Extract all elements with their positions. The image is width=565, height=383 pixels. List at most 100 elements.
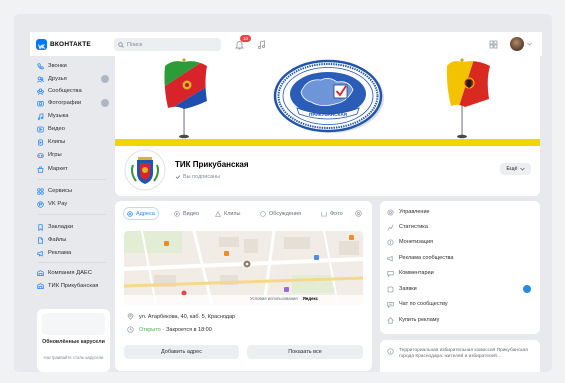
more-button[interactable]: Ещё [500,163,531,175]
community-cover[interactable]: ПРИКУБАНСКАЯ [115,56,540,146]
sidebar-item-calls[interactable]: Звонки [37,61,111,71]
phone-icon [37,62,44,70]
sidebar-badge [101,75,109,83]
sidebar-item-label: Игры [48,152,62,158]
sidebar-item-music[interactable]: Музыка [37,111,111,121]
clock-icon [127,326,134,333]
menu-item-label: Монетизация [399,239,433,245]
location-map[interactable] [124,231,363,305]
sidebar-item-photos[interactable]: Фотографии [37,98,111,108]
bookmark-icon [37,223,44,231]
sidebar-divider [38,214,106,215]
menu-item-community-ads[interactable]: Реклама сообщества [387,253,535,263]
tab-video[interactable]: Видео [171,207,202,220]
sidebar-item-files[interactable]: Файлы [37,235,111,245]
chevron-down-icon [519,167,525,171]
sidebar-item-label: Друзья [48,76,67,82]
community-name: ТИК Прикубанская [175,160,249,169]
community-icon [37,87,44,95]
ads-icon [387,316,394,324]
sidebar-item-video[interactable]: Видео [37,124,111,134]
promo-card[interactable]: Обновлённые карусели Настраивайте стиль … [37,309,110,372]
menu-item-requests[interactable]: Заявки [387,284,535,294]
add-address-button[interactable]: Добавить адрес [124,345,239,359]
sidebar-item-services[interactable]: Сервисы [37,186,111,196]
sidebar-item-games[interactable]: Игры [37,150,111,160]
sidebar-item-friends[interactable]: Друзья [37,74,111,84]
at-icon [127,210,133,217]
tabs-settings-icon[interactable] [355,210,362,217]
menu-item-label: Чат по сообществу [399,301,448,307]
chevron-down-icon[interactable] [527,42,532,46]
more-button-label: Ещё [506,166,518,172]
search-input[interactable]: Поиск [114,38,221,51]
sidebar-item-ads[interactable]: Реклама [37,248,111,258]
video-icon [37,126,44,133]
photo-icon [37,100,44,107]
check-icon [175,174,181,180]
comment-icon [260,210,266,217]
group-icon [37,269,44,277]
menu-item-buy-ads[interactable]: Купить рекламу [387,315,535,325]
show-all-button[interactable]: Показать все [247,345,363,359]
cover-yellow-stripe [115,139,540,146]
search-icon [118,41,124,48]
clips-icon [215,210,221,217]
emblem-lettering: ПРИКУБАНСКАЯ [309,112,347,117]
tab-discussions[interactable]: Обсуждения [257,207,304,220]
sidebar-item-bookmarks[interactable]: Закладки [37,222,111,232]
clips-icon [37,138,44,146]
community-avatar[interactable] [124,149,166,191]
tab-clips[interactable]: Клипы [212,207,243,220]
megaphone-icon [387,255,394,262]
user-avatar[interactable] [510,37,524,51]
ads-icon [37,250,44,257]
search-placeholder: Поиск [127,41,143,48]
tab-addresses[interactable]: Адреса [123,207,159,220]
sidebar-item-label: ТИК Прикубанская [48,283,99,289]
menu-item-manage[interactable]: Управление [387,207,535,217]
gear-icon [387,208,394,216]
menu-item-community-chat[interactable]: Чат по сообществу [387,299,535,309]
closing-time: · Закроется в 18:00 [162,326,212,333]
menu-item-label: Реклама сообщества [399,255,454,261]
promo-image [42,313,105,335]
sidebar-item-label: Маркет [48,166,68,172]
coin-icon [387,238,394,246]
map-provider-logo[interactable]: Яндекс [303,296,318,301]
menu-item-label: Купить рекламу [399,317,440,323]
sidebar-item-vkpay[interactable]: VK Pay [37,199,111,209]
menu-item-monetization[interactable]: Монетизация [387,237,535,247]
tab-photos[interactable]: Фото [318,207,346,220]
sidebar-item-communities[interactable]: Сообщества [37,86,111,96]
music-icon [37,112,44,120]
apps-grid-icon[interactable] [489,40,498,49]
sidebar-item-clips[interactable]: Клипы [37,137,111,147]
sidebar-item-label: Клипы [48,139,66,145]
menu-item-label: Заявки [399,286,417,292]
menu-item-label: Статистика [399,224,428,230]
map-terms-link[interactable]: Условия использования [250,296,298,301]
comment-icon [387,270,394,277]
music-icon[interactable] [257,40,266,50]
vk-logo-icon[interactable] [36,39,47,50]
menu-item-comments[interactable]: Комментарии [387,268,535,278]
services-icon [37,187,44,195]
sidebar-item-market[interactable]: Маркет [37,164,111,174]
menu-item-label: Управление [399,209,430,215]
top-header [30,32,542,56]
logo-text[interactable]: ВКОНТАКТЕ [50,41,91,48]
subscription-status[interactable]: Вы подписаны [175,174,220,180]
hours-row[interactable]: Открыто · Закроется в 18:00 [127,326,212,333]
group-icon [37,282,44,290]
sidebar-item-label: Компания ДАЕС [48,270,92,276]
address-text: ул. Атарбекова, 40, каб. 5, Краснодар [139,313,236,320]
menu-item-stats[interactable]: Статистика [387,222,535,232]
address-row[interactable]: ул. Атарбекова, 40, каб. 5, Краснодар [127,313,235,320]
sidebar-item-group-tik[interactable]: ТИК Прикубанская [37,281,111,291]
sidebar-item-group-daes[interactable]: Компания ДАЕС [37,268,111,278]
info-icon [387,348,394,355]
tab-label: Клипы [224,210,241,217]
chat-icon [387,301,394,308]
tab-label: Обсуждения [269,210,301,217]
